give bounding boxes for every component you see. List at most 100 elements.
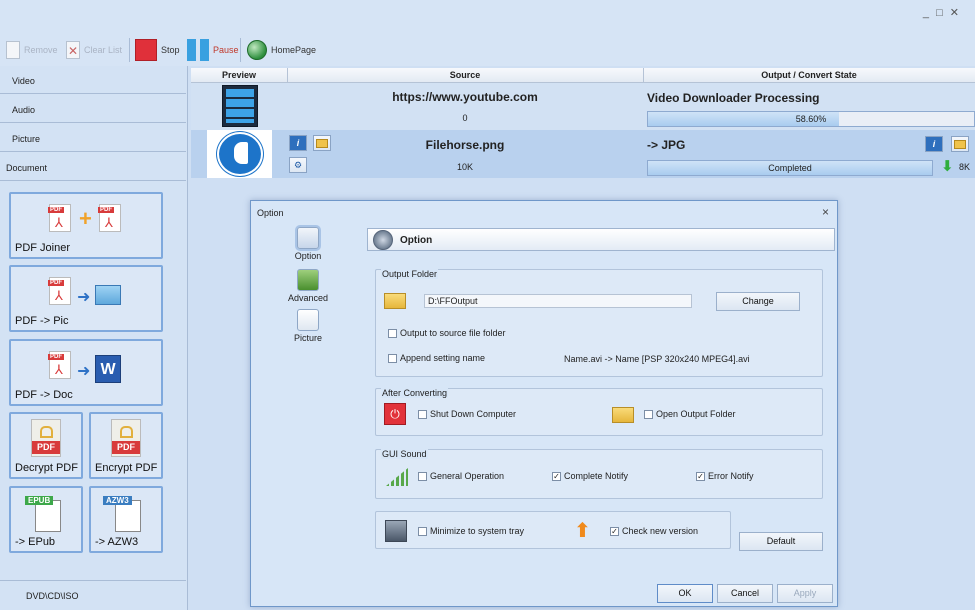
pause-icon bbox=[187, 39, 209, 61]
output-path-field[interactable]: D:\FFOutput bbox=[424, 294, 692, 308]
nav-advanced-label: Advanced bbox=[287, 293, 329, 303]
checkbox-label: Shut Down Computer bbox=[430, 409, 517, 419]
minimize-to-tray-checkbox[interactable]: Minimize to system tray bbox=[418, 526, 524, 536]
download-arrow-icon: ⬇ bbox=[941, 158, 954, 175]
group-title: GUI Sound bbox=[381, 449, 428, 459]
window-controls[interactable]: _ □ ✕ bbox=[923, 6, 961, 19]
gui-sound-group: GUI Sound General Operation ✓ Complete N… bbox=[375, 449, 823, 499]
pdf-icon bbox=[98, 204, 121, 232]
title-bar: _ □ ✕ bbox=[0, 0, 975, 32]
source-filename: Filehorse.png bbox=[425, 138, 505, 152]
decrypt-pdf-label: Decrypt PDF bbox=[15, 462, 78, 474]
arrow-right-icon: ➜ bbox=[77, 289, 91, 306]
sidebar-item-audio[interactable]: Audio bbox=[0, 95, 186, 123]
pdf-to-doc-tile[interactable]: ➜ W PDF -> Doc bbox=[9, 339, 163, 406]
picture-icon bbox=[297, 309, 319, 331]
open-output-folder-button[interactable] bbox=[951, 136, 969, 152]
gear-icon bbox=[297, 227, 319, 249]
stop-label: Stop bbox=[161, 45, 180, 55]
after-converting-group: After Converting ⏻ Shut Down Computer Op… bbox=[375, 388, 823, 436]
section-header: Option bbox=[367, 228, 835, 251]
remove-icon bbox=[6, 41, 20, 59]
apply-button[interactable]: Apply bbox=[777, 584, 833, 603]
pdf-tag: PDF bbox=[112, 441, 140, 454]
to-epub-tile[interactable]: EPUB -> EPub bbox=[9, 486, 83, 553]
dialog-title: Option bbox=[257, 208, 284, 218]
pdf-to-pic-tile[interactable]: ➜ PDF -> Pic bbox=[9, 265, 163, 332]
column-preview[interactable]: Preview bbox=[191, 70, 287, 80]
globe-icon bbox=[247, 40, 267, 60]
checkbox-label: Complete Notify bbox=[564, 471, 629, 481]
column-source[interactable]: Source bbox=[287, 70, 643, 80]
locked-pdf-icon: PDF bbox=[111, 419, 141, 457]
close-icon[interactable]: × bbox=[822, 205, 829, 219]
list-header: Preview Source Output / Convert State bbox=[191, 68, 975, 83]
sidebar-item-dvd-cd-iso[interactable]: DVD\CD\ISO bbox=[0, 580, 186, 610]
sidebar-item-video[interactable]: Video bbox=[0, 66, 186, 94]
change-button[interactable]: Change bbox=[716, 292, 800, 311]
ok-button[interactable]: OK bbox=[657, 584, 713, 603]
sidebar: Video Audio Picture Document + PDF Joine… bbox=[0, 66, 188, 610]
shutdown-checkbox[interactable]: Shut Down Computer bbox=[418, 409, 516, 419]
to-epub-label: -> EPub bbox=[15, 536, 56, 548]
output-to-source-checkbox[interactable]: Output to source file folder bbox=[388, 328, 506, 338]
checkbox-box bbox=[418, 526, 427, 536]
encrypt-pdf-tile[interactable]: PDF Encrypt PDF bbox=[89, 412, 163, 479]
pdf-joiner-tile[interactable]: + PDF Joiner bbox=[9, 192, 163, 259]
progress-bar: 58.60% bbox=[647, 111, 975, 127]
checkbox-label: Check new version bbox=[622, 526, 699, 536]
stop-button[interactable]: Stop bbox=[135, 38, 180, 62]
checkbox-label: General Operation bbox=[430, 471, 505, 481]
cancel-button[interactable]: Cancel bbox=[717, 584, 773, 603]
homepage-label: HomePage bbox=[271, 45, 317, 55]
output-format: -> JPG bbox=[647, 138, 686, 152]
encrypt-pdf-label: Encrypt PDF bbox=[95, 462, 158, 474]
open-output-folder-checkbox[interactable]: Open Output Folder bbox=[644, 409, 736, 419]
gear-icon bbox=[373, 230, 393, 250]
to-azw3-tile[interactable]: AZW3 -> AZW3 bbox=[89, 486, 163, 553]
pause-button[interactable]: Pause bbox=[187, 38, 239, 62]
error-notify-checkbox[interactable]: ✓ Error Notify bbox=[696, 471, 754, 481]
folder-icon[interactable] bbox=[384, 293, 406, 309]
clear-list-icon bbox=[66, 41, 80, 59]
sidebar-item-document[interactable]: Document bbox=[0, 153, 186, 181]
decrypt-pdf-tile[interactable]: PDF Decrypt PDF bbox=[9, 412, 83, 479]
unlocked-pdf-icon: PDF bbox=[31, 419, 61, 457]
nav-option[interactable]: Option bbox=[283, 227, 333, 261]
checkbox-box bbox=[418, 409, 427, 419]
nav-advanced[interactable]: Advanced bbox=[283, 269, 333, 303]
sidebar-item-picture[interactable]: Picture bbox=[0, 124, 186, 152]
general-operation-checkbox[interactable]: General Operation bbox=[418, 471, 504, 481]
stop-icon bbox=[135, 39, 157, 61]
horse-head-shape bbox=[234, 142, 248, 164]
output-folder-group: Output Folder D:\FFOutput Change Output … bbox=[375, 269, 823, 377]
lock-icon bbox=[120, 426, 133, 438]
append-setting-name-checkbox[interactable]: Append setting name bbox=[388, 353, 485, 363]
clear-list-label: Clear List bbox=[84, 45, 123, 55]
misc-group: Minimize to system tray ⬆ ✓ Check new ve… bbox=[375, 511, 731, 549]
table-row[interactable]: i ⚙ Filehorse.png 10K -> JPG Completed i… bbox=[191, 130, 975, 178]
remove-button[interactable]: Remove bbox=[6, 38, 58, 62]
checkbox-box-checked: ✓ bbox=[696, 471, 705, 481]
source-size: 0 bbox=[462, 113, 468, 123]
pdf-joiner-label: PDF Joiner bbox=[15, 242, 71, 254]
toolbar-separator bbox=[129, 38, 130, 62]
default-button[interactable]: Default bbox=[739, 532, 823, 551]
homepage-button[interactable]: HomePage bbox=[247, 38, 316, 62]
nav-picture[interactable]: Picture bbox=[283, 309, 333, 343]
file-thumbnail bbox=[207, 130, 272, 178]
column-output-state[interactable]: Output / Convert State bbox=[643, 70, 975, 80]
clear-list-button[interactable]: Clear List bbox=[66, 38, 122, 62]
check-new-version-checkbox[interactable]: ✓ Check new version bbox=[610, 526, 698, 536]
folder-icon bbox=[612, 407, 634, 423]
info-icon[interactable]: i bbox=[925, 136, 943, 152]
system-tray-icon bbox=[385, 520, 407, 542]
table-row[interactable]: https://www.youtube.com 0 Video Download… bbox=[191, 83, 975, 130]
checkbox-label: Minimize to system tray bbox=[430, 526, 525, 536]
volume-bars-icon bbox=[386, 468, 408, 486]
source-size: 10K bbox=[456, 162, 473, 172]
progress-bar: Completed bbox=[647, 160, 933, 176]
complete-notify-checkbox[interactable]: ✓ Complete Notify bbox=[552, 471, 628, 481]
picture-icon bbox=[95, 285, 121, 305]
video-film-icon bbox=[222, 85, 258, 127]
